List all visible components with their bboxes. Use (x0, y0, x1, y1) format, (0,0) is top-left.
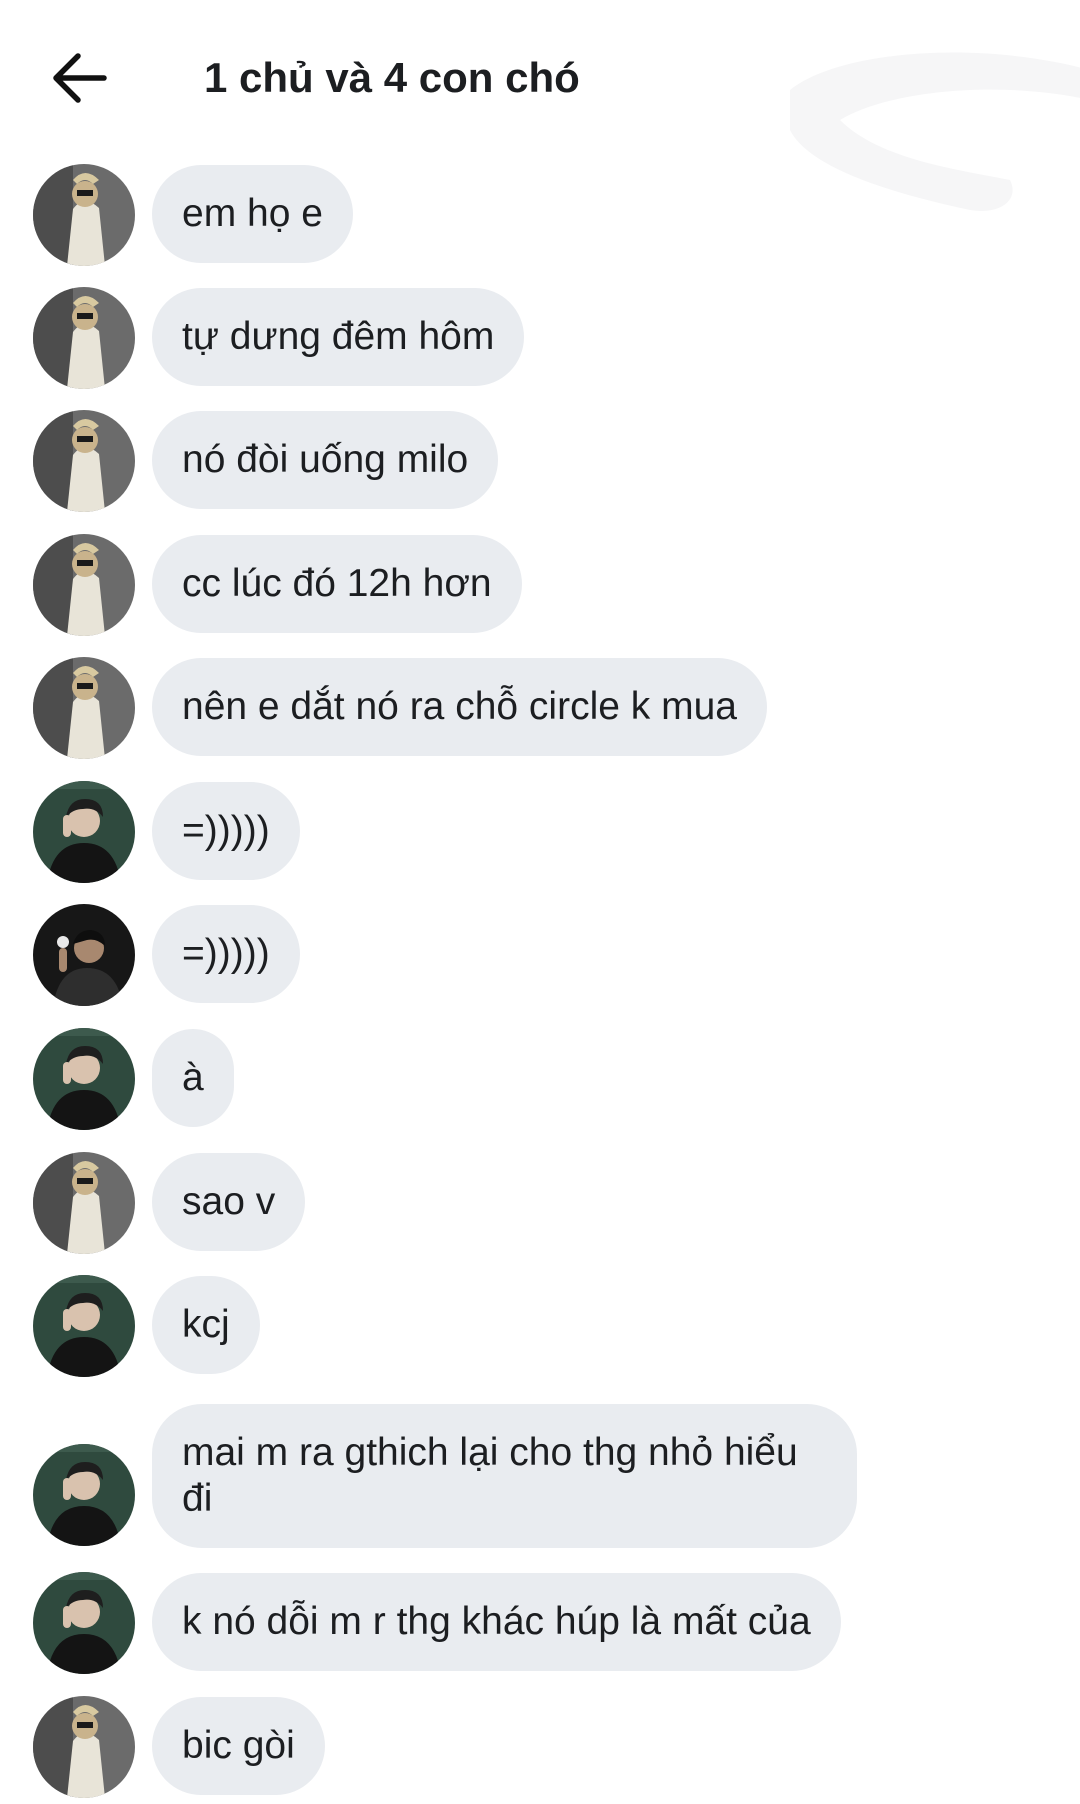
avatar[interactable] (33, 657, 135, 759)
message-bubble[interactable]: cc lúc đó 12h hơn (152, 535, 522, 633)
avatar[interactable] (33, 1275, 135, 1377)
avatar[interactable] (33, 534, 135, 636)
avatar[interactable] (33, 410, 135, 512)
message-bubble[interactable]: em họ e (152, 165, 353, 263)
message-bubble[interactable]: nên e dắt nó ra chỗ circle k mua (152, 658, 767, 756)
avatar[interactable] (33, 1152, 135, 1254)
avatar[interactable] (33, 287, 135, 389)
avatar[interactable] (33, 1444, 135, 1546)
message-bubble[interactable]: sao v (152, 1153, 306, 1251)
avatar[interactable] (33, 1572, 135, 1674)
message-bubble[interactable]: nó đòi uống milo (152, 411, 499, 509)
message-bubble[interactable]: k nó dỗi m r thg khác húp là mất của (152, 1573, 841, 1671)
avatar[interactable] (33, 1696, 135, 1798)
message-bubble[interactable]: bic gòi (152, 1697, 325, 1795)
avatar[interactable] (33, 904, 135, 1006)
message-bubble[interactable]: tự dưng đêm hôm (152, 288, 525, 386)
avatar[interactable] (33, 164, 135, 266)
message-bubble[interactable]: kcj (152, 1276, 260, 1374)
avatar[interactable] (33, 781, 135, 883)
message-bubble[interactable]: =))))) (152, 782, 300, 880)
message-bubble[interactable]: à (152, 1029, 234, 1127)
message-list[interactable]: em họ e tự dưng đêm hôm nó đòi uống milo… (0, 0, 1080, 1804)
avatar[interactable] (33, 1028, 135, 1130)
message-bubble[interactable]: mai m ra gthich lại cho thg nhỏ hiểu đi (152, 1404, 857, 1548)
message-bubble[interactable]: =))))) (152, 905, 300, 1003)
